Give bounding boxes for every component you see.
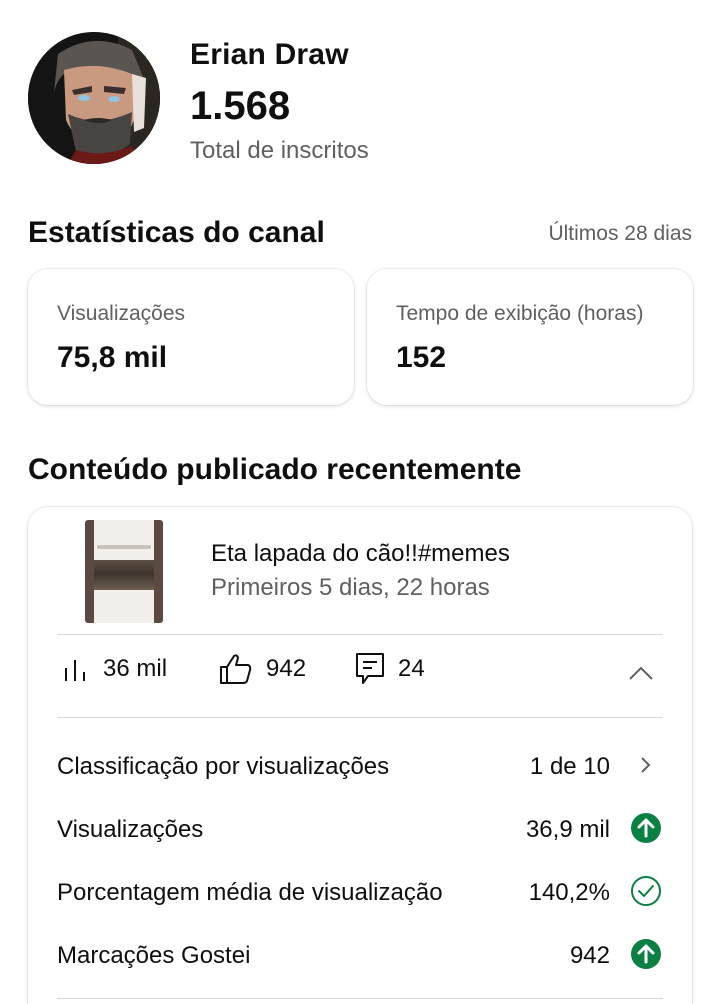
video-thumbnail[interactable] — [85, 520, 163, 623]
likes-metric-value: 942 — [266, 655, 307, 682]
check-circle-icon — [631, 876, 661, 906]
likes-row: Marcações Gostei 942 — [57, 934, 663, 974]
views-metric: 36 mil — [61, 649, 167, 689]
views-metric-value: 36 mil — [103, 655, 168, 682]
ranking-label: Classificação por visualizações — [57, 753, 390, 780]
watch-time-stat-card[interactable]: Tempo de exibição (horas) 152 — [367, 269, 693, 405]
watch-time-stat-label: Tempo de exibição (horas) — [396, 302, 644, 325]
views-row-label: Visualizações — [57, 816, 204, 843]
thumbnail-image — [94, 560, 154, 590]
likes-row-value: 942 — [569, 942, 610, 969]
ranking-row[interactable]: Classificação por visualizações 1 de 10 — [57, 745, 663, 785]
views-row: Visualizações 36,9 mil — [57, 808, 663, 848]
channel-name: Erian Draw — [190, 38, 349, 71]
subscriber-count: 1.568 — [190, 84, 291, 128]
likes-row-label: Marcações Gostei — [57, 942, 251, 969]
divider — [57, 717, 663, 718]
avg-view-percentage-row: Porcentagem média de visualização 140,2% — [57, 871, 663, 911]
comments-metric-value: 24 — [398, 655, 425, 682]
comment-icon — [356, 653, 384, 684]
arrow-up-circle-icon — [631, 939, 661, 969]
subscriber-label: Total de inscritos — [190, 137, 369, 164]
likes-metric: 942 — [218, 649, 306, 689]
avg-view-percentage-value: 140,2% — [528, 879, 610, 906]
views-stat-card[interactable]: Visualizações 75,8 mil — [28, 269, 354, 405]
bar-chart-icon — [65, 660, 85, 681]
channel-avatar[interactable] — [28, 32, 160, 164]
thumbnail-frame — [94, 520, 154, 623]
video-period: Primeiros 5 dias, 22 horas — [211, 574, 490, 601]
watch-time-stat-value: 152 — [396, 341, 447, 374]
views-stat-value: 75,8 mil — [57, 341, 168, 374]
chevron-up-icon[interactable] — [628, 665, 654, 681]
recent-content-title: Conteúdo publicado recentemente — [28, 453, 522, 486]
channel-stats-title: Estatísticas do canal — [28, 216, 325, 249]
chevron-right-icon[interactable] — [630, 749, 662, 781]
divider — [57, 634, 663, 635]
avatar-illustration — [28, 32, 160, 164]
arrow-up-circle-icon — [631, 813, 661, 843]
recent-video-card: Eta lapada do cão!!#memes Primeiros 5 di… — [28, 507, 692, 1004]
ranking-value: 1 de 10 — [529, 753, 610, 780]
thumbs-up-icon — [220, 654, 252, 684]
divider — [57, 998, 663, 999]
views-stat-label: Visualizações — [57, 302, 186, 325]
avg-view-percentage-label: Porcentagem média de visualização — [57, 879, 443, 906]
views-row-value: 36,9 mil — [525, 816, 610, 843]
comments-metric: 24 — [354, 649, 425, 689]
thumbnail-caption — [97, 545, 151, 549]
period-label: Últimos 28 dias — [548, 222, 692, 245]
video-title[interactable]: Eta lapada do cão!!#memes — [211, 540, 510, 568]
